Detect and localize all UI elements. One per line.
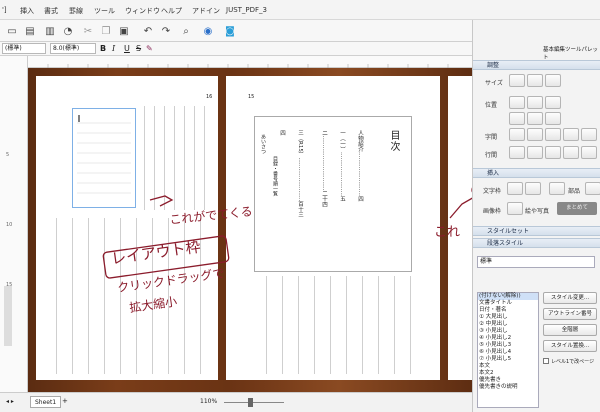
char-spacing-label: 字間 [485,134,498,141]
image-frame-label: 画像枠 [483,208,502,215]
sheet-tab[interactable]: Sheet1 [30,396,62,408]
position-right-button[interactable] [545,96,561,109]
level1-checkbox[interactable] [543,358,549,364]
position-top-button[interactable] [509,112,525,125]
parts-icon[interactable] [549,182,565,195]
spacing-1-button[interactable] [509,128,525,141]
image-frame-button[interactable] [507,202,523,215]
line-spacing-label: 行間 [485,152,498,159]
style-list-item[interactable]: ⑦ 小見出し5 [478,356,538,363]
annotation-arrow-left [149,195,174,207]
size-reset-button[interactable] [545,74,561,87]
line-spacing-4-button[interactable] [563,146,579,159]
add-sheet-icon[interactable]: + [62,397,68,405]
level1-checkbox-label: レベル1で改ページ [551,359,595,365]
style-change-button[interactable]: スタイル変更... [543,292,597,304]
zoom-slider-thumb[interactable] [248,398,253,407]
picture-photo-label[interactable]: 絵や写真 [525,206,549,215]
style-list-item[interactable]: 日付・著名 [478,307,538,314]
position-center-button[interactable] [527,96,543,109]
text-frame-vertical-button[interactable] [525,182,541,195]
size-up-button[interactable] [509,74,525,87]
style-list-item[interactable]: 本文2 [478,370,538,377]
style-list[interactable]: (付けない(解除)) 文書タイトル 日付・著名 ① 大見出し ② 中見出し ③ … [477,292,539,408]
palette-title: 基本編集ツールパレット [543,47,599,61]
adjust-section-header[interactable]: 調整 [473,60,600,70]
outline-number-button[interactable]: アウトライン番号 [543,308,597,320]
style-replace-button[interactable]: スタイル置換... [543,340,597,352]
size-down-button[interactable] [527,74,543,87]
zoom-slider[interactable] [224,402,284,403]
insert-section-header[interactable]: 挿入 [473,168,600,178]
position-middle-button[interactable] [527,112,543,125]
position-left-button[interactable] [509,96,525,109]
line-spacing-5-button[interactable] [581,146,597,159]
text-frame-horizontal-button[interactable] [507,182,523,195]
status-bar: ◂ ▸ Sheet1 + 110% [0,392,472,412]
size-label: サイズ [485,80,503,87]
spacing-3-button[interactable] [545,128,561,141]
style-list-item[interactable]: ③ 小見出し [478,328,538,335]
line-spacing-1-button[interactable] [509,146,525,159]
annotation-line-4: 拡大縮小 [128,293,178,315]
style-list-item[interactable]: 本文 [478,363,538,370]
style-list-item[interactable]: ⑥ 小見出し4 [478,349,538,356]
zoom-label: 110% [200,398,218,405]
position-bottom-button[interactable] [545,112,561,125]
style-list-item[interactable]: ① 大見出し [478,314,538,321]
style-list-item[interactable]: 優先書きの説明 [478,384,538,391]
annotation-line-2: レイアウト枠 [110,238,202,268]
tool-palette: 基本編集ツールパレット 調整 サイズ 位置 字間 行間 挿入 文字枠 部品 画像… [472,20,600,412]
style-set-section-header[interactable]: スタイルセット [473,226,600,236]
parts-more-button[interactable] [585,182,600,195]
style-list-item[interactable]: 文書タイトル [478,300,538,307]
sheet-nav-icon[interactable]: ◂ ▸ [6,398,14,405]
spacing-5-button[interactable] [581,128,597,141]
annotation-line-3: クリックドラッグで [116,266,225,295]
parts-label: 部品 [568,188,581,195]
all-headings-button[interactable]: 全階層 [543,324,597,336]
position-label: 位置 [485,102,498,109]
style-list-item[interactable]: ② 中見出し [478,321,538,328]
text-frame-label: 文字枠 [483,188,502,195]
line-spacing-2-button[interactable] [527,146,543,159]
style-list-item[interactable]: 優先書き [478,377,538,384]
style-list-item[interactable]: ④ 小見出し2 [478,335,538,342]
annotation-line-1: これがでてくる [169,203,254,227]
style-list-item[interactable]: ⑤ 小見出し3 [478,342,538,349]
line-spacing-3-button[interactable] [545,146,561,159]
para-style-select[interactable]: 標準 [477,256,595,268]
matome-button[interactable]: まとめて [557,202,597,215]
para-style-section-header[interactable]: 段落スタイル [473,238,600,248]
spacing-2-button[interactable] [527,128,543,141]
style-list-item[interactable]: (付けない(解除)) [478,293,538,300]
spacing-4-button[interactable] [563,128,579,141]
annotation-right-note: これ [434,225,460,240]
